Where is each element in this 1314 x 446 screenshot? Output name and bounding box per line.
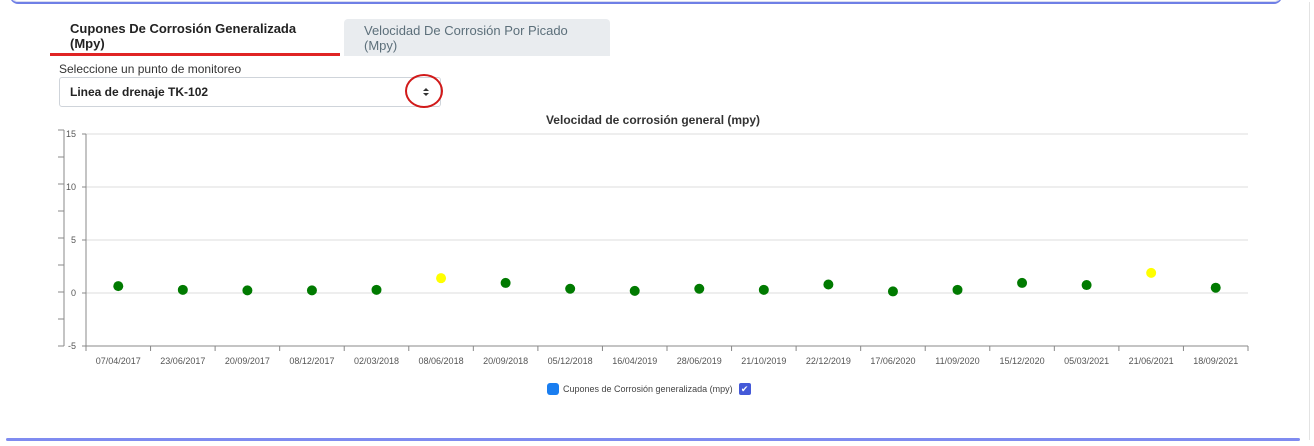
legend-label: Cupones de Corrosión generalizada (mpy) — [563, 384, 733, 394]
y-tick-label: 10 — [66, 182, 76, 192]
x-tick-label: 20/09/2018 — [483, 356, 528, 366]
data-point — [758, 284, 769, 295]
x-tick-label: 16/04/2019 — [612, 356, 657, 366]
data-point — [500, 277, 511, 288]
data-point — [1081, 280, 1092, 291]
x-tick-label: 05/12/2018 — [548, 356, 593, 366]
x-tick-label: 07/04/2017 — [96, 356, 141, 366]
x-tick-label: 22/12/2019 — [806, 356, 851, 366]
card-bottom-accent — [6, 438, 1300, 441]
highlight-circle-annotation — [405, 74, 443, 108]
data-point — [694, 283, 705, 294]
monitoring-point-value: Linea de drenaje TK-102 — [70, 85, 209, 99]
monitoring-point-select[interactable]: Linea de drenaje TK-102 — [59, 77, 441, 107]
data-point — [565, 283, 576, 294]
x-tick-label: 08/06/2018 — [419, 356, 464, 366]
data-point — [887, 286, 898, 297]
data-point — [177, 284, 188, 295]
monitoring-point-label: Seleccione un punto de monitoreo — [59, 62, 242, 76]
data-point — [371, 284, 382, 295]
x-tick-label: 15/12/2020 — [1000, 356, 1045, 366]
x-tick-label: 11/09/2020 — [935, 356, 979, 366]
chart-legend: Cupones de Corrosión generalizada (mpy) … — [547, 383, 751, 395]
x-tick-label: 02/03/2018 — [354, 356, 399, 366]
x-tick-label: 20/09/2017 — [225, 356, 270, 366]
tab-general-corrosion[interactable]: Cupones De Corrosión Generalizada (Mpy) — [50, 19, 340, 56]
data-point — [1210, 282, 1221, 293]
data-point — [629, 285, 640, 296]
data-point — [113, 281, 124, 292]
data-point — [1146, 267, 1157, 278]
x-tick-label: 21/10/2019 — [741, 356, 786, 366]
x-tick-label: 18/09/2021 — [1193, 356, 1238, 366]
x-tick-label: 28/06/2019 — [677, 356, 722, 366]
x-tick-label: 17/06/2020 — [870, 356, 915, 366]
chart-title: Velocidad de corrosión general (mpy) — [546, 113, 760, 127]
y-tick-label: 0 — [71, 288, 76, 298]
x-tick-label: 08/12/2017 — [289, 356, 334, 366]
data-point — [242, 285, 253, 296]
y-tick-label: 5 — [71, 235, 76, 245]
x-tick-label: 05/03/2021 — [1064, 356, 1109, 366]
data-point — [1017, 277, 1028, 288]
corrosion-scatter-chart: Velocidad de corrosión general (mpy)-505… — [58, 113, 1249, 366]
legend-toggle-checkbox[interactable]: ✔ — [738, 383, 751, 395]
y-tick-label: -5 — [68, 341, 76, 351]
data-point — [436, 273, 447, 284]
x-tick-label: 21/06/2021 — [1129, 356, 1174, 366]
tab-bar: Cupones De Corrosión Generalizada (Mpy) … — [50, 19, 610, 56]
data-point — [952, 284, 963, 295]
tab-pitting-corrosion[interactable]: Velocidad De Corrosión Por Picado (Mpy) — [344, 19, 610, 56]
x-tick-label: 23/06/2017 — [160, 356, 205, 366]
data-point — [306, 285, 317, 296]
legend-swatch — [547, 383, 559, 395]
data-point — [823, 279, 834, 290]
y-tick-label: 15 — [66, 129, 76, 139]
